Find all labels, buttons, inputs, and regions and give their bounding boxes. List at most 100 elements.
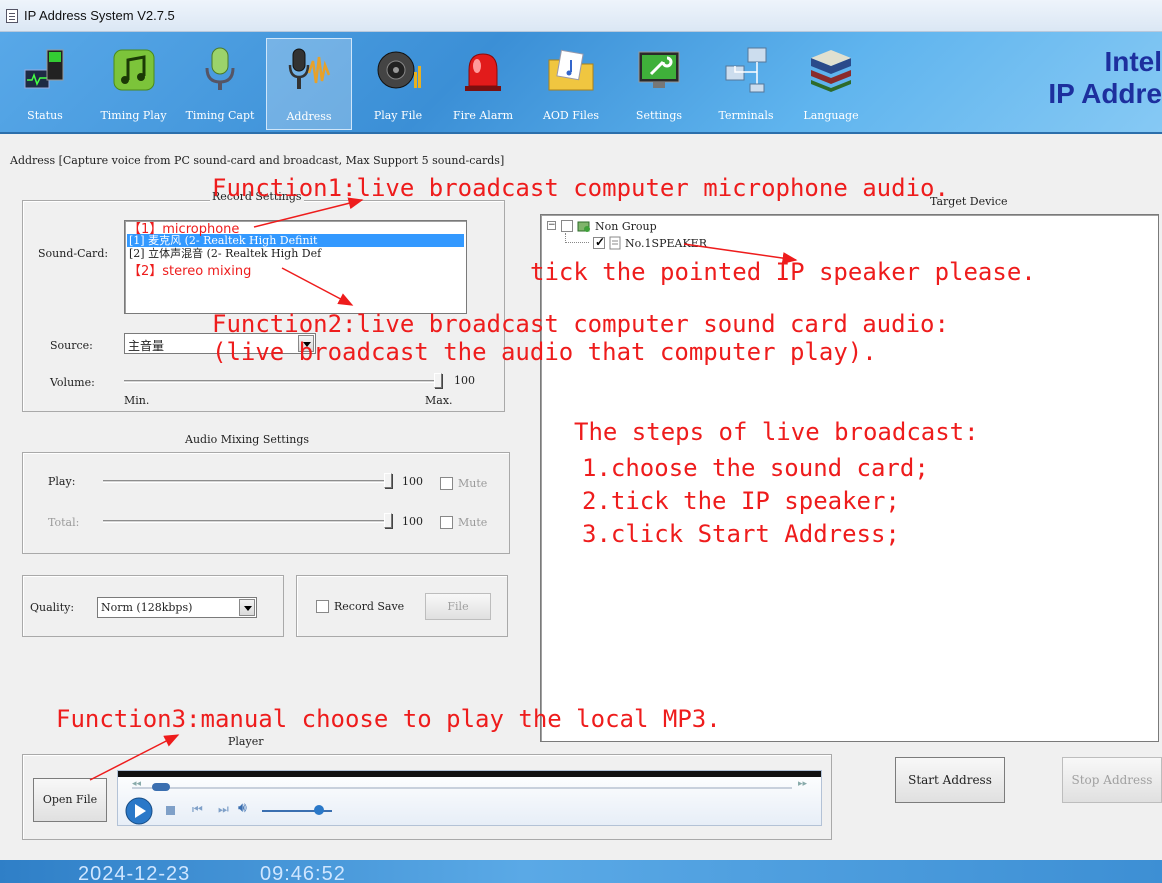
audio-mixing-group <box>22 452 510 554</box>
volume-label: Volume: <box>50 376 95 389</box>
tree-group-label[interactable]: Non Group <box>595 220 657 233</box>
annotation-microphone-tag: 【1】microphone <box>128 222 240 237</box>
toolbar-aod-files-label: AOD Files <box>542 109 600 122</box>
total-value: 100 <box>402 515 423 528</box>
toolbar-language-button[interactable]: Language <box>796 38 866 130</box>
toolbar-timing-capt-button[interactable]: Timing Capt <box>176 38 264 130</box>
play-slider-thumb[interactable] <box>384 473 392 488</box>
volume-value: 100 <box>454 374 475 387</box>
play-icon[interactable] <box>124 796 154 826</box>
total-slider-thumb[interactable] <box>384 513 392 528</box>
toolbar-fire-alarm-button[interactable]: Fire Alarm <box>443 38 523 130</box>
quality-select[interactable]: Norm (128kbps) <box>97 597 257 618</box>
source-select-value: 主音量 <box>128 339 165 353</box>
fast-forward-icon[interactable]: ▸▸ <box>798 779 807 789</box>
quality-label: Quality: <box>30 601 75 614</box>
total-label: Total: <box>48 516 80 529</box>
toolbar-status-label: Status <box>27 109 63 122</box>
volume-slider-thumb[interactable] <box>434 373 442 388</box>
chevron-down-icon[interactable] <box>239 599 255 616</box>
toolbar-aod-files-button[interactable]: AOD Files <box>531 38 611 130</box>
media-player[interactable]: ◂◂ ▸▸ ⏮ ⏭ 🔊︎ <box>117 770 822 826</box>
seek-bar[interactable] <box>132 787 792 789</box>
toolbar-play-file-button[interactable]: Play File <box>362 38 434 130</box>
record-save-label: Record Save <box>334 600 405 613</box>
annotation-function1: Function1:live broadcast computer microp… <box>212 174 949 202</box>
toolbar-settings-button[interactable]: Settings <box>624 38 694 130</box>
soundcard-label: Sound-Card: <box>38 247 109 260</box>
toolbar-terminals-button[interactable]: Terminals <box>708 38 784 130</box>
window-title: IP Address System V2.7.5 <box>24 8 175 23</box>
next-icon[interactable]: ⏭ <box>218 802 229 817</box>
volume-max-label: Max. <box>425 394 453 407</box>
toolbar-fire-alarm-label: Fire Alarm <box>452 109 514 122</box>
brand-line-1: Intel <box>1104 46 1162 77</box>
play-mute-checkbox[interactable] <box>440 477 453 490</box>
toolbar-address-button[interactable]: Address <box>266 38 352 130</box>
seek-thumb[interactable] <box>152 783 170 791</box>
toolbar-play-file-label: Play File <box>373 109 423 122</box>
group-checkbox[interactable] <box>561 220 573 232</box>
total-mute-checkbox[interactable] <box>440 516 453 529</box>
annotation-function2-line1: Function2:live broadcast computer sound … <box>212 310 949 338</box>
tree-device-label[interactable]: No.1SPEAKER <box>625 237 707 250</box>
file-button[interactable]: File <box>425 593 491 620</box>
quality-select-value: Norm (128kbps) <box>101 601 193 614</box>
title-bar: IP Address System V2.7.5 <box>0 0 1162 32</box>
toolbar-timing-capt-label: Timing Capt <box>185 109 255 122</box>
device-icon <box>609 236 621 250</box>
brand-line-2: IP Addre <box>1048 78 1162 109</box>
monitor-status-icon <box>24 49 64 89</box>
volume-slider[interactable] <box>124 380 440 383</box>
total-slider[interactable] <box>103 520 391 523</box>
folder-music-icon <box>548 49 594 91</box>
toolbar-settings-label: Settings <box>635 109 683 122</box>
microphone-icon <box>205 47 235 90</box>
annotation-steps-title: The steps of live broadcast: <box>574 418 979 446</box>
play-label: Play: <box>48 475 76 488</box>
brand-logo-text: Intel IP Addre <box>1002 46 1162 110</box>
audio-mixing-title: Audio Mixing Settings <box>185 433 310 446</box>
player-title: Player <box>228 735 264 748</box>
alarm-light-icon <box>465 53 501 91</box>
annotation-step3: 3.click Start Address; <box>582 520 900 548</box>
toolbar-timing-play-label: Timing Play <box>100 109 167 122</box>
main-toolbar: Status Timing Play Timing Capt Address P… <box>0 32 1162 134</box>
speaker-checkbox[interactable] <box>593 235 605 249</box>
soundcard-option-2[interactable]: [2] 立体声混音 (2- Realtek High Def <box>127 247 464 260</box>
books-icon <box>811 50 851 92</box>
play-value: 100 <box>402 475 423 488</box>
open-file-button[interactable]: Open File <box>33 778 107 822</box>
play-mute-label: Mute <box>458 477 488 490</box>
status-date: 2024-12-23 <box>78 863 191 883</box>
start-address-button[interactable]: Start Address <box>895 757 1005 803</box>
player-top-bar <box>118 771 821 777</box>
toolbar-timing-play-button[interactable]: Timing Play <box>92 38 175 130</box>
volume-icon[interactable]: 🔊︎ <box>238 800 247 816</box>
source-label: Source: <box>50 339 93 352</box>
volume-min-label: Min. <box>124 394 150 407</box>
play-slider[interactable] <box>103 480 391 483</box>
music-note-icon <box>113 49 154 91</box>
tree-collapse-icon[interactable]: − <box>547 221 556 230</box>
address-description: Address [Capture voice from PC sound-car… <box>10 154 505 167</box>
toolbar-terminals-label: Terminals <box>718 109 774 122</box>
record-save-checkbox[interactable] <box>316 600 329 613</box>
annotation-stereo-tag: 【2】stereo mixing <box>128 264 252 279</box>
toolbar-address-label: Address <box>286 110 332 123</box>
toolbar-status-button[interactable]: Status <box>0 38 90 130</box>
status-bar: 2024-12-23 09:46:52 <box>0 860 1162 883</box>
total-mute-label: Mute <box>458 516 488 529</box>
annotation-step2: 2.tick the IP speaker; <box>582 487 900 515</box>
status-time: 09:46:52 <box>260 863 346 883</box>
previous-icon[interactable]: ⏮ <box>192 802 203 817</box>
stop-address-button[interactable]: Stop Address <box>1062 757 1162 803</box>
tree-connector <box>565 233 589 243</box>
microphone-waveform-icon <box>288 48 331 89</box>
toolbar-language-label: Language <box>803 109 859 122</box>
stop-icon[interactable] <box>166 806 175 815</box>
annotation-tick-speaker: tick the pointed IP speaker please. <box>530 258 1036 286</box>
speaker-icon <box>377 51 421 89</box>
network-terminals-icon <box>725 47 767 93</box>
player-volume-thumb[interactable] <box>314 805 324 815</box>
